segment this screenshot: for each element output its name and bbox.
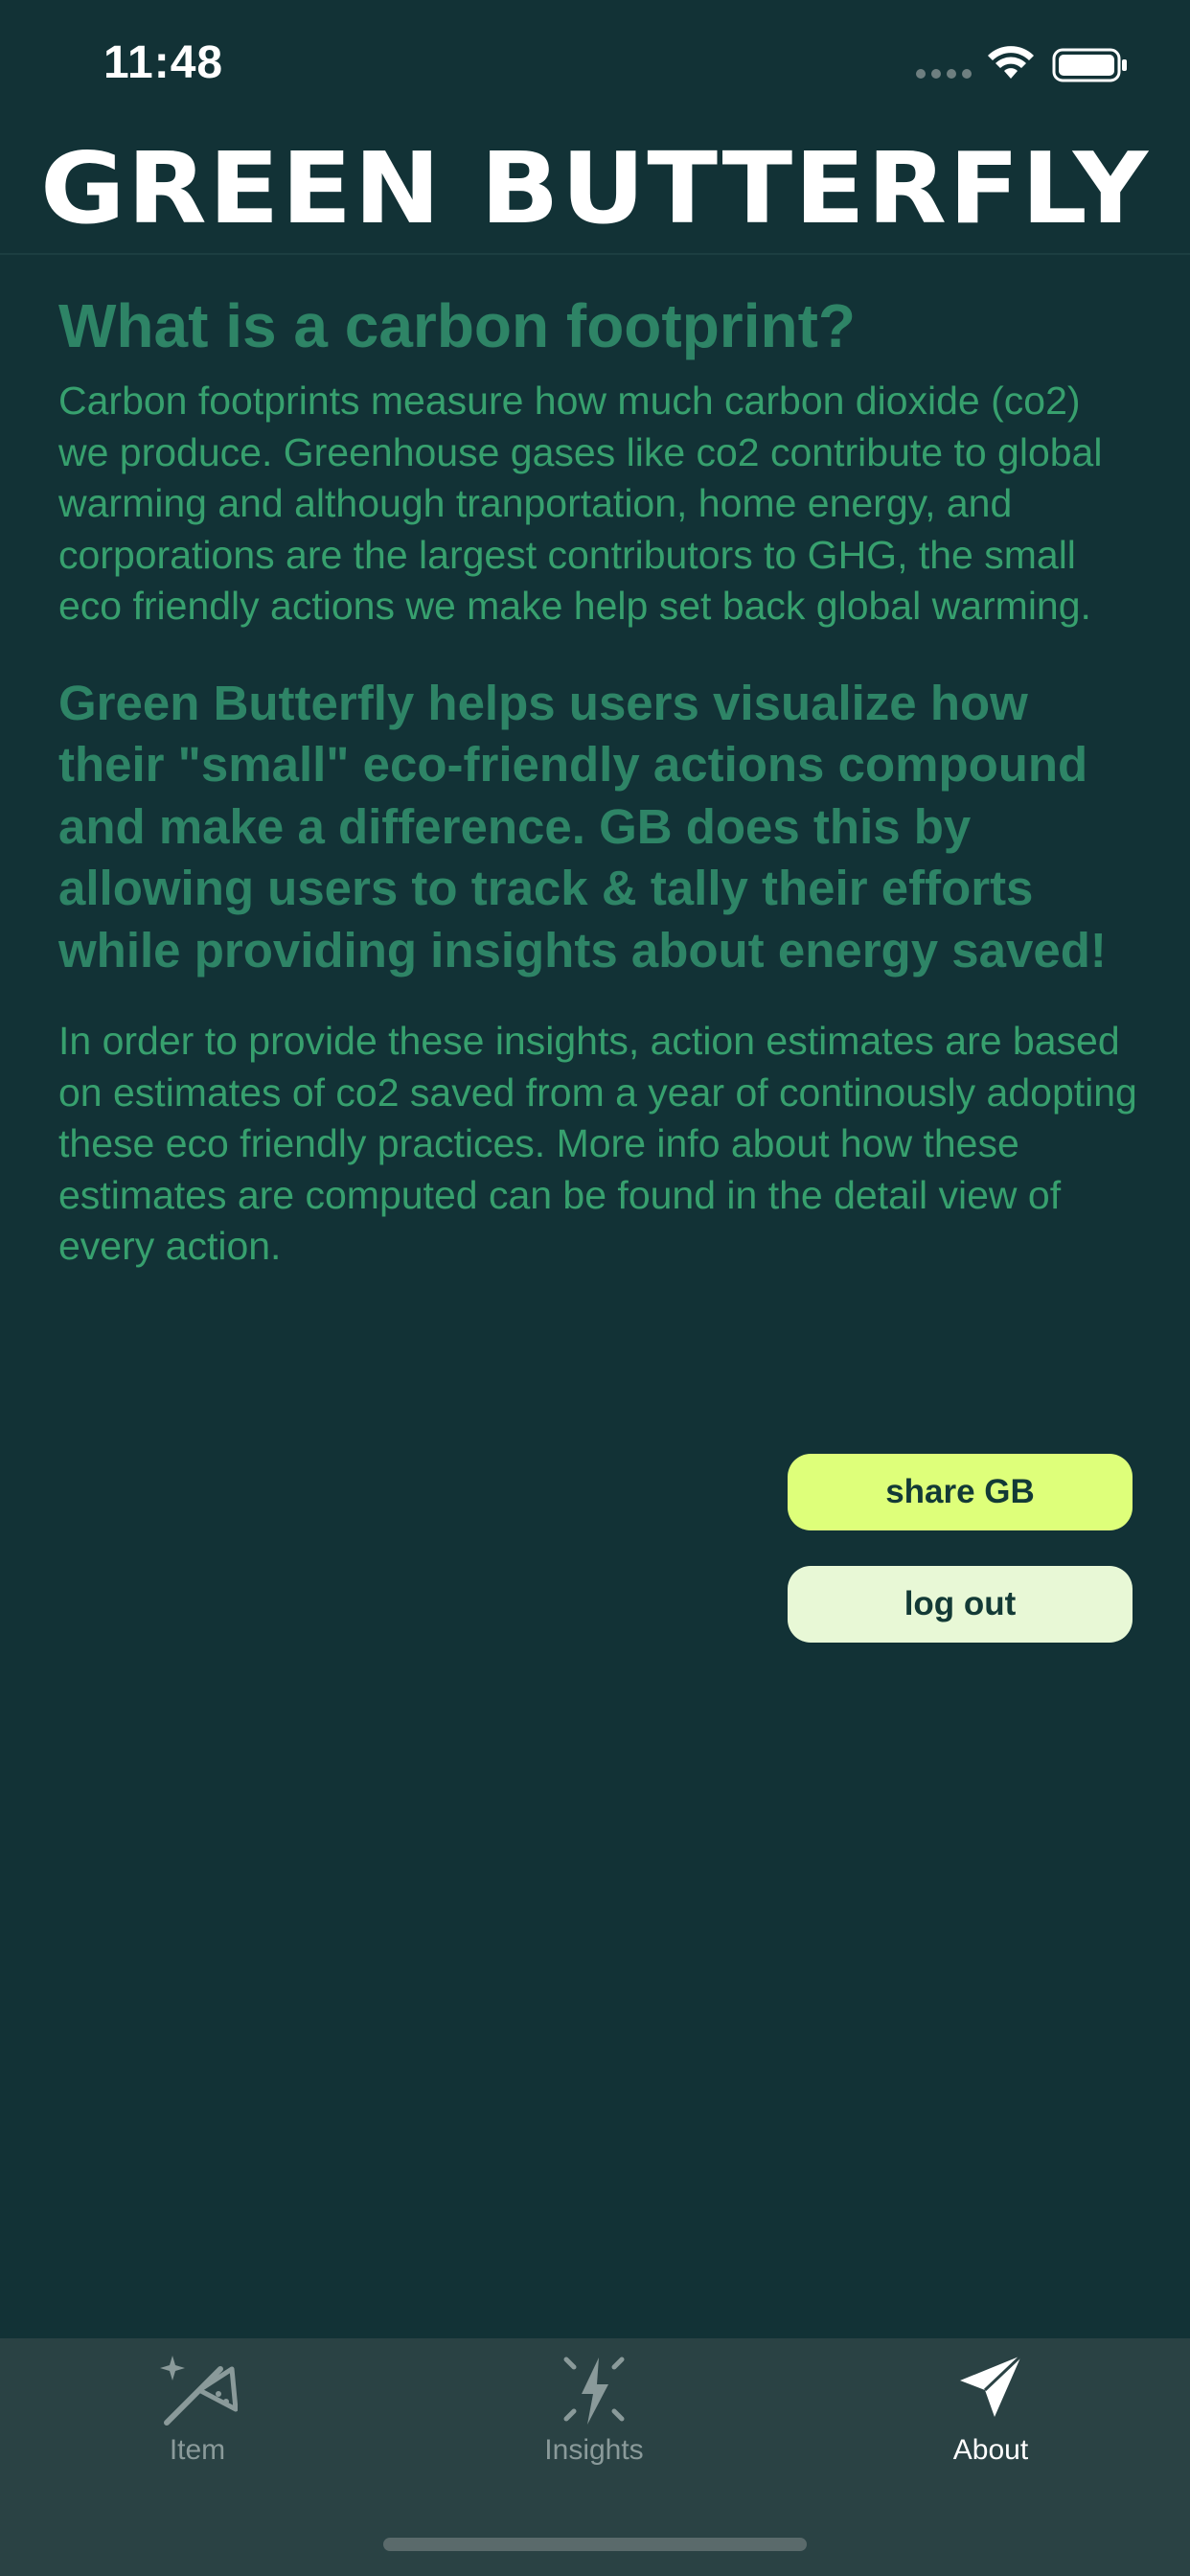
share-button[interactable]: share GB [788, 1454, 1133, 1530]
home-indicator[interactable] [383, 2538, 807, 2551]
tab-item[interactable]: Item [54, 2338, 341, 2492]
carbon-footprint-description: Carbon footprints measure how much carbo… [58, 379, 1103, 628]
app-mission-statement: Green Butterfly helps users visualize ho… [58, 675, 1107, 978]
app-header: GREEN BUTTERFLY [0, 125, 1190, 255]
battery-icon [1052, 48, 1127, 82]
tab-about[interactable]: About [847, 2338, 1134, 2492]
paper-plane-icon [960, 2354, 1023, 2417]
logout-button[interactable]: log out [788, 1566, 1133, 1643]
cellular-signal-icon [916, 69, 972, 79]
tab-insights[interactable]: Insights [450, 2338, 738, 2492]
status-time: 11:48 [103, 37, 224, 88]
wifi-icon [988, 46, 1034, 79]
lightning-bolt-icon [563, 2357, 625, 2425]
tab-item-label: Item [169, 2434, 226, 2466]
tab-about-label: About [952, 2434, 1029, 2466]
app-title: GREEN BUTTERFLY [39, 132, 1151, 246]
magic-wand-icon [160, 2356, 238, 2426]
status-bar: 11:48 [0, 0, 1190, 129]
about-content: What is a carbon footprint? Carbon footp… [58, 288, 1141, 1273]
about-heading: What is a carbon footprint? [58, 291, 856, 360]
tab-insights-label: Insights [544, 2434, 644, 2466]
estimates-explanation: In order to provide these insights, acti… [58, 1019, 1137, 1268]
